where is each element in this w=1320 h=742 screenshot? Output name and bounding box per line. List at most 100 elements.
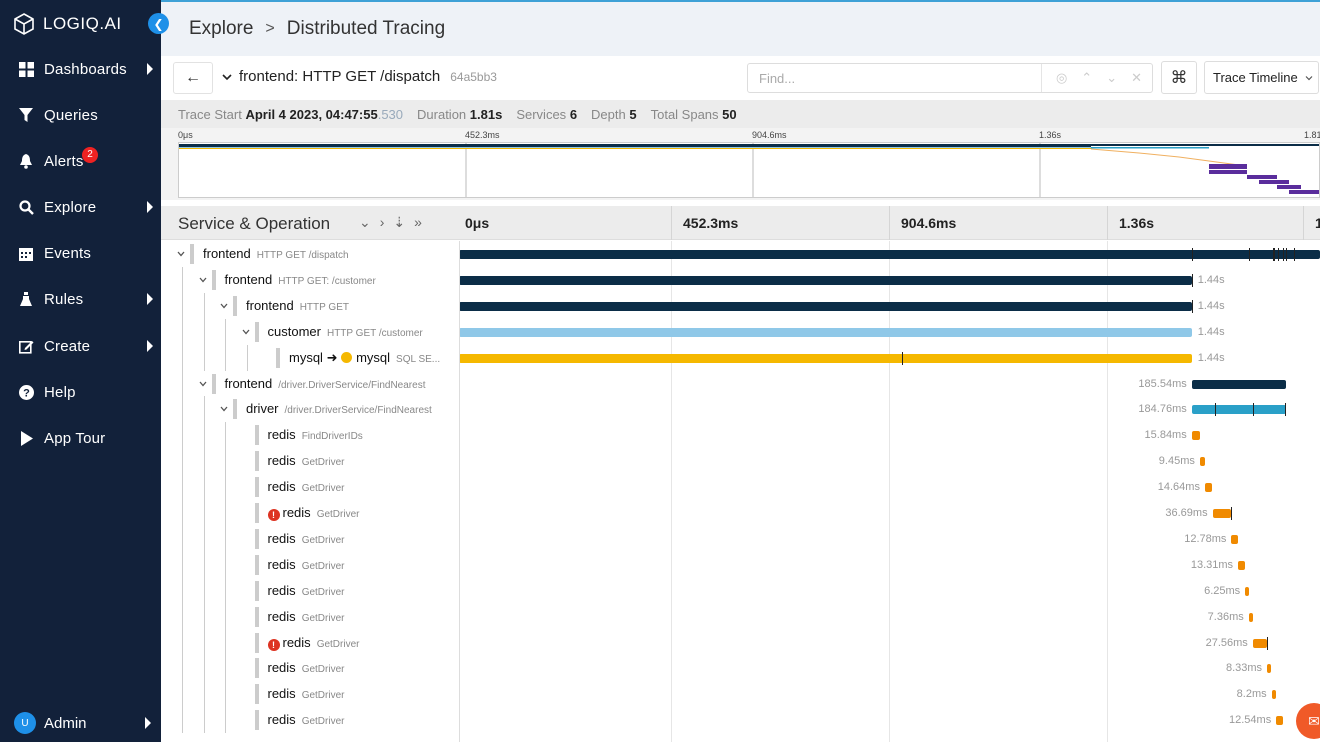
span-log-mark[interactable] (1191, 248, 1193, 261)
sidebar-item-queries[interactable]: Queries (0, 95, 161, 135)
chevron-down-icon[interactable] (219, 404, 229, 414)
span-bar[interactable] (1271, 690, 1276, 700)
span-log-mark[interactable] (1273, 248, 1275, 261)
span-bar[interactable] (1276, 716, 1283, 726)
span-log-mark[interactable] (1231, 507, 1233, 520)
span-log-mark[interactable] (1253, 403, 1255, 417)
sidebar-item-create[interactable]: Create (0, 326, 161, 366)
back-button[interactable]: ← (173, 62, 213, 94)
brand-logo[interactable]: LOGIQ.AI (12, 12, 122, 36)
span-bar[interactable] (1191, 431, 1200, 441)
duration: Duration 1.81s (417, 107, 502, 122)
close-icon[interactable]: ✕ (1131, 70, 1142, 86)
span-row[interactable]: mysql ➜ mysql SQL SE... 1.44s (161, 344, 1320, 371)
span-bar[interactable] (1204, 483, 1213, 493)
span-operation: HTTP GET: /customer (278, 275, 376, 287)
span-bar[interactable] (1245, 586, 1250, 596)
span-duration: 1.44s (1197, 299, 1225, 312)
chevron-up-icon[interactable]: ⌃ (1081, 70, 1092, 86)
span-row[interactable]: redis GetDriver 7.36ms (161, 603, 1320, 630)
span-row[interactable]: redis FindDriverIDs 15.84ms (161, 422, 1320, 449)
span-bar[interactable] (1231, 534, 1238, 544)
breadcrumb-explore[interactable]: Explore (189, 18, 253, 40)
span-row[interactable]: redis GetDriver 13.31ms (161, 551, 1320, 578)
span-bar[interactable] (459, 301, 1192, 311)
span-bar[interactable] (1267, 664, 1272, 674)
span-bar[interactable] (1238, 560, 1245, 570)
span-row[interactable]: frontend HTTP GET /dispatch (161, 241, 1320, 267)
span-log-mark[interactable] (1266, 636, 1268, 650)
find-input[interactable] (749, 65, 1039, 91)
span-bar[interactable] (1191, 405, 1286, 415)
span-service-name: redis (267, 660, 296, 676)
view-mode-select[interactable]: Trace Timeline (1204, 61, 1319, 94)
span-row[interactable]: redis GetDriver 9.45ms (161, 448, 1320, 475)
span-bar[interactable] (1191, 379, 1287, 389)
span-row[interactable]: ! redis GetDriver 27.56ms (161, 629, 1320, 656)
chevron-down-icon[interactable] (219, 301, 229, 311)
span-row[interactable]: driver/driver.DriverService/FindNearest 1… (161, 396, 1320, 423)
span-operation: FindDriverIDs (301, 431, 363, 443)
collapse-sidebar-button[interactable]: ❮ (148, 13, 169, 34)
span-row[interactable]: redis GetDriver 12.54ms (161, 707, 1320, 734)
span-log-mark[interactable] (901, 351, 903, 365)
span-row[interactable]: redis GetDriver 6.25ms (161, 577, 1320, 604)
collapse-all-icon[interactable]: » (414, 214, 422, 231)
span-row[interactable]: redis GetDriver 8.33ms (161, 655, 1320, 682)
span-bar[interactable] (1212, 509, 1232, 518)
sidebar-item-dashboards[interactable]: Dashboards (0, 49, 161, 89)
tree-guide (182, 370, 183, 397)
span-bar[interactable] (459, 275, 1192, 285)
span-log-mark[interactable] (1285, 403, 1287, 417)
user-menu[interactable]: U Admin (14, 711, 161, 735)
span-bar[interactable] (1199, 457, 1205, 467)
sidebar-item-app-tour[interactable]: App Tour (0, 418, 161, 458)
service-color-bar (254, 632, 259, 653)
sidebar-item-rules[interactable]: Rules (0, 279, 161, 319)
span-row[interactable]: frontend HTTP GET: /customer 1.44s (161, 266, 1320, 293)
span-bar[interactable] (459, 327, 1192, 337)
chevron-down-icon[interactable]: ⌄ (1106, 70, 1117, 86)
trace-start-value: April 4 2023, 04:47:55 (245, 106, 378, 122)
chevron-down-icon[interactable] (241, 327, 251, 337)
span-log-mark[interactable] (1286, 248, 1288, 261)
span-service: redis GetDriver (268, 609, 345, 624)
span-row[interactable]: redis GetDriver 14.64ms (161, 474, 1320, 501)
chevron-down-icon[interactable] (198, 275, 208, 285)
locate-icon[interactable]: ◎ (1056, 70, 1067, 86)
span-row[interactable]: ! redis GetDriver 36.69ms (161, 500, 1320, 526)
span-row[interactable]: frontend HTTP GET 1.44s (161, 292, 1320, 319)
span-log-mark[interactable] (1278, 248, 1280, 261)
expand-all-icon[interactable]: ⇣ (393, 214, 405, 231)
span-log-mark[interactable] (1283, 248, 1285, 261)
trace-minimap[interactable]: 0μs 452.3ms 904.6ms 1.36s 1.81 (161, 128, 1320, 200)
keyboard-shortcuts-button[interactable]: ⌘ (1161, 61, 1197, 94)
span-bar[interactable] (1248, 612, 1253, 622)
expand-one-icon[interactable]: › (380, 214, 385, 231)
collapse-one-icon[interactable]: ⌄ (359, 214, 371, 231)
span-row[interactable]: redis GetDriver 12.78ms (161, 525, 1320, 552)
tree-guide (225, 474, 226, 501)
chevron-down-icon[interactable] (198, 379, 208, 389)
span-log-mark[interactable] (1215, 403, 1217, 417)
span-row[interactable]: frontend/driver.DriverService/FindNeares… (161, 370, 1320, 397)
column-divider[interactable] (459, 241, 460, 742)
sidebar-item-events[interactable]: Events (0, 233, 161, 273)
tree-guide (182, 525, 183, 552)
tree-guide (182, 474, 183, 501)
span-bar[interactable] (1252, 638, 1267, 648)
chevron-down-icon[interactable] (176, 249, 186, 259)
sidebar-item-explore[interactable]: Explore (0, 187, 161, 227)
minimap-canvas[interactable] (178, 142, 1320, 198)
span-log-mark[interactable] (1191, 299, 1193, 313)
span-log-mark[interactable] (1249, 248, 1251, 261)
span-log-mark[interactable] (1191, 273, 1193, 287)
sidebar-item-help[interactable]: ? Help (0, 372, 161, 412)
span-service-name: frontend (224, 375, 273, 391)
span-log-mark[interactable] (1294, 248, 1295, 261)
span-row[interactable]: redis GetDriver 8.2ms (161, 681, 1320, 708)
trace-title-toggle[interactable]: frontend: HTTP GET /dispatch 64a5bb3 (221, 68, 497, 85)
span-bar[interactable] (459, 353, 1192, 363)
span-row[interactable]: customer HTTP GET /customer 1.44s (161, 318, 1320, 345)
sidebar-item-alerts[interactable]: Alerts 2 (0, 141, 161, 181)
